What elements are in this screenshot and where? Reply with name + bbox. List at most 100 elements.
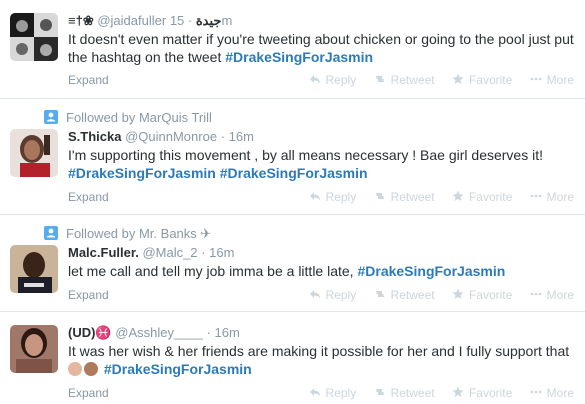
- reply-action[interactable]: Reply: [309, 73, 356, 87]
- reply-icon: [309, 388, 320, 397]
- tweet-footer: Expand Reply Retweet Favorite More: [68, 288, 577, 302]
- more-action[interactable]: More: [530, 190, 574, 204]
- retweet-icon: [375, 192, 384, 200]
- star-icon: [452, 386, 464, 397]
- expand-link[interactable]: Expand: [68, 386, 109, 400]
- star-icon: [452, 288, 464, 299]
- tweet-actions: Reply Retweet Favorite More: [295, 190, 574, 204]
- avatar[interactable]: [10, 325, 58, 373]
- tweet-header: S.Thicka @QuinnMonroe · 16m: [68, 128, 577, 145]
- expand-link[interactable]: Expand: [68, 190, 109, 204]
- hashtag-link[interactable]: #DrakeSingForJasmin: [104, 361, 252, 377]
- favorite-action[interactable]: Favorite: [452, 386, 512, 400]
- person-icon: [44, 110, 58, 124]
- tweet-footer: Expand Reply Retweet Favorite More: [68, 190, 577, 204]
- username[interactable]: @Asshley____: [115, 325, 203, 340]
- retweet-icon: [375, 290, 384, 298]
- favorite-label: Favorite: [468, 386, 513, 400]
- reply-icon: [309, 75, 320, 84]
- separator: ·: [201, 245, 206, 260]
- tweet[interactable]: Followed by Mr. Banks ✈ Malc.Fuller. @Ma…: [0, 215, 585, 312]
- tweet[interactable]: ≡†❀ @jaidafuller جيدة · 15m It doesn't e…: [0, 0, 585, 99]
- separator: ·: [220, 129, 226, 144]
- username[interactable]: @QuinnMonroe: [125, 129, 217, 144]
- clap-emoji-icon: [68, 362, 82, 376]
- fullname[interactable]: (UD)♓: [68, 325, 112, 340]
- retweet-label: Retweet: [390, 73, 435, 87]
- tweet-footer: Expand Reply Retweet Favorite More: [68, 73, 577, 87]
- reply-icon: [309, 290, 320, 299]
- tweet-context: Followed by Mr. Banks ✈: [44, 226, 211, 242]
- avatar[interactable]: [10, 129, 58, 177]
- reply-label: Reply: [325, 386, 357, 400]
- tweet-text: I'm supporting this movement , by all me…: [68, 146, 577, 182]
- username[interactable]: @jaidafuller: [97, 13, 166, 28]
- separator: ·: [206, 325, 211, 340]
- retweet-action[interactable]: Retweet: [374, 386, 435, 400]
- avatar[interactable]: [10, 13, 58, 61]
- fullname[interactable]: ≡†❀: [68, 13, 94, 28]
- favorite-label: Favorite: [468, 73, 513, 87]
- fullname[interactable]: S.Thicka: [68, 129, 121, 144]
- retweet-action[interactable]: Retweet: [374, 288, 435, 302]
- tweet[interactable]: Followed by MarQuis Trill S.Thicka @Quin…: [0, 99, 585, 215]
- tweet-header: Malc.Fuller. @Malc_2 · 16m: [68, 244, 577, 261]
- tweet-actions: Reply Retweet Favorite More: [295, 73, 574, 87]
- more-action[interactable]: More: [530, 73, 574, 87]
- more-icon: [530, 390, 541, 394]
- hashtag-link[interactable]: #DrakeSingForJasmin: [68, 165, 216, 181]
- tweet-text-body: let me call and tell my job imma be a li…: [68, 263, 358, 279]
- context-text[interactable]: Followed by Mr. Banks ✈: [66, 226, 211, 241]
- favorite-action[interactable]: Favorite: [452, 190, 512, 204]
- reply-action[interactable]: Reply: [309, 288, 357, 302]
- tweet-text-body: I'm supporting this movement , by all me…: [68, 147, 543, 163]
- retweet-icon: [375, 75, 384, 83]
- tweet-actions: Reply Retweet Favorite More: [295, 386, 574, 400]
- separator: ·: [187, 13, 193, 28]
- star-icon: [452, 73, 464, 84]
- tweet-header: ≡†❀ @jaidafuller جيدة · 15m: [68, 12, 577, 29]
- context-text[interactable]: Followed by MarQuis Trill: [66, 110, 212, 125]
- tweet-text: let me call and tell my job imma be a li…: [68, 262, 577, 280]
- retweet-icon: [375, 388, 384, 396]
- tweet[interactable]: (UD)♓ @Asshley____ · 16m It was her wish…: [0, 312, 585, 404]
- more-icon: [530, 194, 541, 198]
- hashtag-link[interactable]: #DrakeSingForJasmin: [225, 49, 373, 65]
- tweet-text-body: It was her wish & her friends are making…: [68, 343, 570, 359]
- username-suffix: جيدة: [195, 13, 222, 28]
- tweet-text: It doesn't even matter if you're tweetin…: [68, 30, 577, 66]
- favorite-label: Favorite: [468, 288, 513, 302]
- retweet-action[interactable]: Retweet: [374, 73, 435, 87]
- reply-label: Reply: [325, 288, 357, 302]
- tweet-text: It was her wish & her friends are making…: [68, 342, 577, 378]
- more-action[interactable]: More: [530, 386, 574, 400]
- username[interactable]: @Malc_2: [142, 245, 197, 260]
- favorite-action[interactable]: Favorite: [452, 288, 512, 302]
- monkey-emoji-icon: [84, 362, 98, 376]
- timestamp[interactable]: 16m: [214, 325, 239, 340]
- retweet-label: Retweet: [390, 386, 435, 400]
- retweet-action[interactable]: Retweet: [374, 190, 435, 204]
- favorite-label: Favorite: [468, 190, 513, 204]
- fullname[interactable]: Malc.Fuller.: [68, 245, 139, 260]
- tweet-header: (UD)♓ @Asshley____ · 16m: [68, 324, 577, 341]
- more-action[interactable]: More: [530, 288, 574, 302]
- more-icon: [530, 77, 541, 81]
- tweet-context: Followed by MarQuis Trill: [44, 110, 212, 126]
- more-icon: [530, 292, 541, 296]
- retweet-label: Retweet: [390, 190, 435, 204]
- hashtag-link[interactable]: #DrakeSingForJasmin: [357, 263, 505, 279]
- avatar[interactable]: [10, 245, 58, 293]
- hashtag-link[interactable]: #DrakeSingForJasmin: [220, 165, 368, 181]
- reply-action[interactable]: Reply: [309, 386, 357, 400]
- tweet-footer: Expand Reply Retweet Favorite More: [68, 386, 577, 400]
- timestamp[interactable]: 16m: [229, 129, 254, 144]
- star-icon: [452, 190, 464, 201]
- favorite-action[interactable]: Favorite: [452, 73, 512, 87]
- expand-link[interactable]: Expand: [68, 288, 109, 302]
- reply-action[interactable]: Reply: [309, 190, 356, 204]
- more-label: More: [546, 190, 574, 204]
- timestamp[interactable]: 16m: [209, 245, 234, 260]
- expand-link[interactable]: Expand: [68, 73, 109, 87]
- more-label: More: [546, 386, 574, 400]
